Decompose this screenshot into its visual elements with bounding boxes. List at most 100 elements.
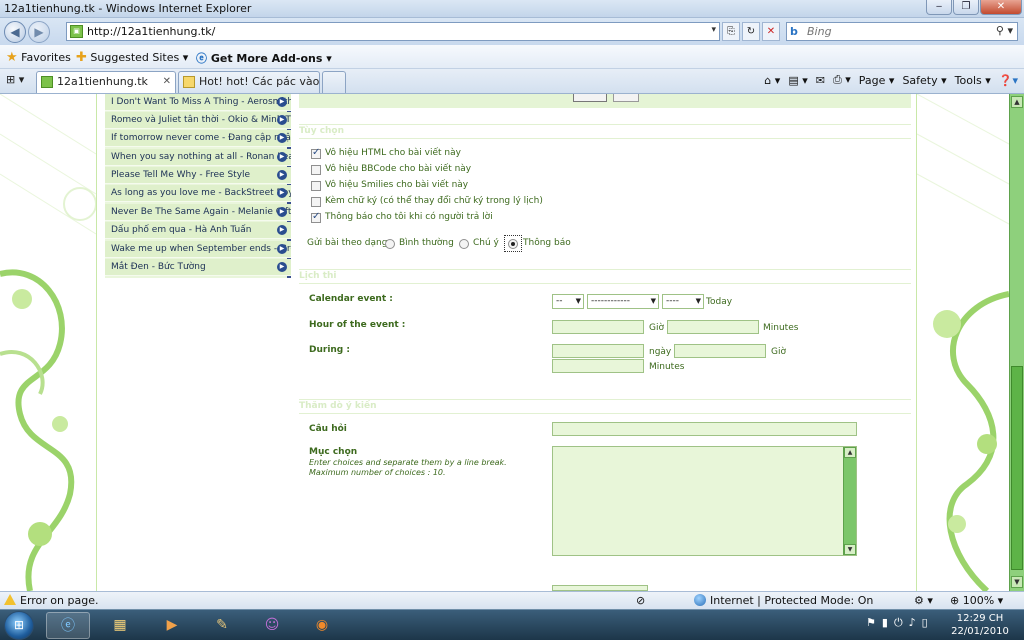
- play-icon[interactable]: ▶: [277, 207, 287, 217]
- yahoo-messenger-taskbar-icon[interactable]: ☺: [250, 612, 294, 639]
- playlist-item[interactable]: When you say nothing at all - Ronan Kea ▶: [105, 149, 291, 166]
- play-icon[interactable]: ▶: [277, 133, 287, 143]
- play-icon[interactable]: ▶: [277, 244, 287, 254]
- address-dropdown-icon[interactable]: ▾: [711, 25, 716, 35]
- play-icon[interactable]: ▶: [277, 152, 287, 162]
- radio-announcement[interactable]: [508, 239, 518, 249]
- play-icon[interactable]: ▶: [277, 188, 287, 198]
- play-icon[interactable]: ▶: [277, 262, 287, 272]
- during-hour-input[interactable]: [674, 344, 766, 358]
- tab-hot-hot[interactable]: Hot! hot! Các pác vào cho ...: [178, 71, 320, 93]
- poll-question-input[interactable]: [552, 422, 857, 436]
- home-icon[interactable]: ⌂ ▾: [764, 74, 780, 87]
- scroll-down-icon[interactable]: ▼: [1011, 576, 1023, 588]
- poll-choices-textarea[interactable]: ▲ ▼: [552, 446, 857, 556]
- playlist-item[interactable]: Mắt Đen - Bức Tường ▶: [105, 259, 291, 276]
- get-addons-button[interactable]: ⓔ Get More Add-ons ▾: [196, 50, 332, 66]
- paint-taskbar-icon[interactable]: ✎: [200, 612, 244, 639]
- compatibility-view-icon[interactable]: ⎘: [722, 22, 740, 41]
- tab-12a1tienhung[interactable]: 12a1tienhung.tk ✕: [36, 71, 176, 93]
- search-input[interactable]: [807, 24, 987, 39]
- system-clock[interactable]: 12:29 CH 22/01/2010: [950, 612, 1010, 638]
- page-menu[interactable]: Page ▾: [859, 74, 895, 87]
- event-year-select[interactable]: ---- ▼: [662, 294, 704, 309]
- forward-button[interactable]: ▶: [28, 21, 50, 43]
- print-icon[interactable]: ⎙ ▾: [833, 73, 851, 87]
- security-zone[interactable]: Internet | Protected Mode: On: [694, 594, 873, 607]
- help-icon[interactable]: ❓▾: [999, 74, 1018, 87]
- tab-close-icon[interactable]: ✕: [163, 72, 171, 92]
- editor-button[interactable]: [613, 94, 639, 102]
- playlist-item[interactable]: Wake me up when September ends - Gre ▶: [105, 241, 291, 258]
- scrollbar-thumb[interactable]: [1011, 366, 1023, 570]
- page-scrollbar[interactable]: ▲ ▼: [1009, 94, 1024, 591]
- back-button[interactable]: ◀: [4, 21, 26, 43]
- tools-menu[interactable]: Tools ▾: [955, 74, 991, 87]
- radio-normal[interactable]: [385, 239, 395, 249]
- radio-sticky[interactable]: [459, 239, 469, 249]
- network-icon[interactable]: ▮: [882, 616, 888, 630]
- event-hour-input[interactable]: [552, 320, 644, 334]
- scroll-up-icon[interactable]: ▲: [844, 447, 856, 458]
- media-player-taskbar-icon[interactable]: ▶: [150, 612, 194, 639]
- favorites-button[interactable]: ★ Favorites: [6, 50, 71, 65]
- during-minute-input[interactable]: [552, 359, 644, 373]
- event-minute-input[interactable]: [667, 320, 759, 334]
- minimize-button[interactable]: ‒: [926, 0, 952, 15]
- search-icon[interactable]: ⚲ ▾: [996, 24, 1013, 37]
- error-status[interactable]: Error on page.: [4, 594, 98, 607]
- clock-time: 12:29 CH: [956, 613, 1004, 624]
- scroll-up-icon[interactable]: ▲: [1011, 96, 1023, 108]
- address-url[interactable]: http://12a1tienhung.tk/: [87, 25, 215, 38]
- stop-icon[interactable]: ✕: [762, 22, 780, 41]
- checkbox[interactable]: [311, 197, 321, 207]
- playlist-item[interactable]: I Don't Want To Miss A Thing - Aerosmith…: [105, 94, 291, 111]
- playlist-item[interactable]: Never Be The Same Again - Melanie C ft ▶: [105, 204, 291, 221]
- safety-menu[interactable]: Safety ▾: [902, 74, 946, 87]
- ie-taskbar-icon[interactable]: ⓔ: [46, 612, 90, 639]
- search-box[interactable]: b ⚲ ▾: [786, 22, 1018, 41]
- play-icon[interactable]: ▶: [277, 170, 287, 180]
- day-unit: ngày: [649, 347, 672, 357]
- new-tab-button[interactable]: [322, 71, 346, 93]
- event-month-select[interactable]: ------------ ▼: [587, 294, 659, 309]
- during-day-input[interactable]: [552, 344, 644, 358]
- play-icon[interactable]: ▶: [277, 97, 287, 107]
- suggested-sites-button[interactable]: ✚ Suggested Sites ▾: [76, 50, 188, 65]
- playlist-item[interactable]: If tomorrow never come - Đang cập nhật ▶: [105, 130, 291, 147]
- playlist-item[interactable]: Please Tell Me Why - Free Style ▶: [105, 167, 291, 184]
- playlist-item[interactable]: Romeo và Juliet tân thời - Okio & Minh T…: [105, 112, 291, 129]
- scroll-down-icon[interactable]: ▼: [844, 544, 856, 555]
- tab-row: ⊞ ▾ 12a1tienhung.tk ✕ Hot! hot! Các pác …: [0, 69, 1024, 94]
- explorer-taskbar-icon[interactable]: ▦: [98, 612, 142, 639]
- event-day-select[interactable]: -- ▼: [552, 294, 584, 309]
- play-icon[interactable]: ▶: [277, 115, 287, 125]
- close-button[interactable]: ✕: [980, 0, 1022, 15]
- power-icon[interactable]: ▯: [922, 616, 928, 630]
- checkbox[interactable]: [311, 181, 321, 191]
- firefox-taskbar-icon[interactable]: ◉: [300, 612, 344, 639]
- volume-icon[interactable]: ♪: [909, 616, 916, 630]
- start-button[interactable]: ⊞: [4, 611, 34, 640]
- maximize-button[interactable]: ❐: [953, 0, 979, 15]
- play-icon[interactable]: ▶: [277, 225, 287, 235]
- refresh-icon[interactable]: ↻: [742, 22, 760, 41]
- device-icon[interactable]: ⏻: [894, 616, 903, 630]
- feeds-icon[interactable]: ▤ ▾: [788, 74, 807, 87]
- playlist-item[interactable]: Dấu phố em qua - Hà Anh Tuấn ▶: [105, 222, 291, 239]
- flag-icon[interactable]: ⚑: [866, 616, 876, 630]
- protected-mode-icon[interactable]: ⚙ ▾: [914, 594, 933, 607]
- checkbox[interactable]: [311, 165, 321, 175]
- quick-tabs-icon[interactable]: ⊞ ▾: [6, 73, 24, 86]
- address-bar[interactable]: ▣ http://12a1tienhung.tk/ ▾: [66, 22, 720, 41]
- today-link[interactable]: Today: [706, 297, 732, 307]
- checkbox[interactable]: [311, 147, 321, 159]
- privacy-icon[interactable]: ⊘: [636, 594, 645, 607]
- editor-button[interactable]: [573, 94, 607, 102]
- textarea-scrollbar[interactable]: ▲ ▼: [843, 447, 856, 555]
- checkbox[interactable]: [311, 211, 321, 223]
- playlist-item[interactable]: As long as you love me - BackStreet Boy ▶: [105, 185, 291, 202]
- read-mail-icon[interactable]: ✉: [816, 74, 825, 87]
- zoom-control[interactable]: ⊕ 100% ▾: [950, 594, 1003, 607]
- window-controls: ‒ ❐ ✕: [926, 0, 1022, 16]
